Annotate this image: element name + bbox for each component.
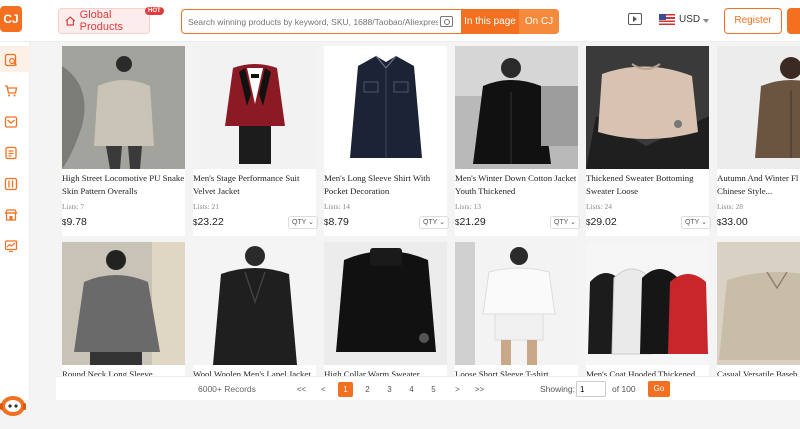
product-card[interactable]: High Collar Warm Sweater bbox=[324, 242, 447, 392]
page-1-button[interactable]: 1 bbox=[338, 382, 353, 397]
product-lists-count: Lists: 24 bbox=[586, 202, 613, 211]
records-count: 6000+ Records bbox=[198, 384, 256, 394]
product-grid: High Street Locomotive PU Snake Skin Pat… bbox=[62, 46, 800, 392]
product-lists-count: Lists: 13 bbox=[455, 202, 482, 211]
product-image[interactable] bbox=[455, 242, 578, 365]
hot-badge: HOT bbox=[145, 7, 164, 15]
last-page-button[interactable]: >> bbox=[472, 382, 487, 397]
analytics-icon[interactable] bbox=[4, 239, 18, 253]
product-card[interactable]: High Street Locomotive PU Snake Skin Pat… bbox=[62, 46, 185, 236]
product-card[interactable]: Men's Coat Hooded Thickened bbox=[586, 242, 709, 392]
orders-icon[interactable] bbox=[4, 146, 18, 160]
product-price: $21.29 bbox=[455, 216, 486, 228]
product-price: $9.78 bbox=[62, 216, 87, 228]
qty-dropdown[interactable]: QTY ⌄ bbox=[419, 216, 449, 229]
product-title[interactable]: Men's Winter Down Cotton Jacket Youth Th… bbox=[455, 172, 578, 199]
bookmark-icon[interactable] bbox=[4, 177, 18, 191]
search-input[interactable] bbox=[188, 14, 438, 30]
product-image[interactable] bbox=[717, 46, 800, 169]
cj-logo[interactable]: CJ bbox=[0, 6, 22, 32]
search-on-cj-button[interactable]: On CJ bbox=[519, 9, 559, 34]
chevron-down-icon[interactable] bbox=[703, 19, 709, 23]
product-card[interactable]: Round Neck Long Sleeve bbox=[62, 242, 185, 392]
camera-icon[interactable] bbox=[440, 16, 453, 27]
product-title[interactable]: Thickened Sweater Bottoming Sweater Loos… bbox=[586, 172, 709, 199]
product-lists-count: Lists: 7 bbox=[62, 202, 85, 211]
inbox-icon[interactable] bbox=[4, 115, 18, 129]
product-lists-count: Lists: 28 bbox=[717, 202, 744, 211]
qty-dropdown[interactable]: QTY ⌄ bbox=[681, 216, 711, 229]
product-title[interactable]: High Street Locomotive PU Snake Skin Pat… bbox=[62, 172, 185, 199]
product-price: $33.00 bbox=[717, 216, 748, 228]
cart-icon[interactable] bbox=[4, 84, 18, 98]
page-4-button[interactable]: 4 bbox=[404, 382, 419, 397]
showing-label: Showing: bbox=[540, 384, 575, 394]
product-image[interactable] bbox=[62, 242, 185, 365]
qty-dropdown[interactable]: QTY ⌄ bbox=[288, 216, 318, 229]
product-card[interactable]: Autumn And Winter Fl Vintage Chinese Sty… bbox=[717, 46, 800, 236]
product-image[interactable] bbox=[193, 46, 316, 169]
page-2-button[interactable]: 2 bbox=[360, 382, 375, 397]
total-pages-label: of 100 bbox=[612, 384, 636, 394]
page-3-button[interactable]: 3 bbox=[382, 382, 397, 397]
product-card[interactable]: Wool Woolen Men's Lapel Jacket bbox=[193, 242, 316, 392]
global-products-button[interactable]: Global Products bbox=[58, 8, 150, 34]
product-image[interactable] bbox=[193, 242, 316, 365]
search-in-this-page-button[interactable]: In this page bbox=[461, 9, 519, 34]
product-title[interactable]: Men's Stage Performance Suit Velvet Jack… bbox=[193, 172, 316, 199]
product-image[interactable] bbox=[324, 46, 447, 169]
global-products-label: Global Products bbox=[79, 9, 124, 33]
first-page-button[interactable]: << bbox=[294, 382, 309, 397]
product-card[interactable]: Men's Stage Performance Suit Velvet Jack… bbox=[193, 46, 318, 236]
currency-selector[interactable]: USD bbox=[679, 14, 700, 25]
top-bar: CJ Global Products HOT In this page On C… bbox=[0, 0, 800, 42]
sidebar bbox=[0, 42, 30, 416]
search-bar: In this page On CJ bbox=[181, 9, 559, 34]
product-image[interactable] bbox=[586, 242, 709, 365]
product-image[interactable] bbox=[62, 46, 185, 169]
video-icon[interactable] bbox=[628, 13, 642, 25]
us-flag-icon[interactable] bbox=[659, 14, 675, 25]
qty-dropdown[interactable]: QTY ⌄ bbox=[550, 216, 580, 229]
product-image[interactable] bbox=[324, 242, 447, 365]
product-card[interactable]: Men's Winter Down Cotton Jacket Youth Th… bbox=[455, 46, 580, 236]
prev-page-button[interactable]: < bbox=[316, 382, 331, 397]
product-price: $8.79 bbox=[324, 216, 349, 228]
sign-in-button[interactable] bbox=[787, 8, 800, 34]
product-price: $29.02 bbox=[586, 216, 617, 228]
product-lists-count: Lists: 14 bbox=[324, 202, 351, 211]
product-image[interactable] bbox=[717, 242, 800, 365]
page-5-button[interactable]: 5 bbox=[426, 382, 441, 397]
product-card[interactable]: Men's Long Sleeve Shirt With Pocket Deco… bbox=[324, 46, 449, 236]
product-card[interactable]: Casual Versatile Baseb bbox=[717, 242, 800, 392]
product-title[interactable]: Autumn And Winter Fl Vintage Chinese Sty… bbox=[717, 172, 800, 199]
product-title[interactable]: Men's Long Sleeve Shirt With Pocket Deco… bbox=[324, 172, 447, 199]
go-button[interactable]: Go bbox=[648, 381, 670, 397]
next-page-button[interactable]: > bbox=[450, 382, 465, 397]
product-lists-count: Lists: 21 bbox=[193, 202, 220, 211]
product-image[interactable] bbox=[586, 46, 709, 169]
page-number-input[interactable] bbox=[576, 381, 606, 397]
product-image[interactable] bbox=[455, 46, 578, 169]
pagination-bar: 6000+ Records << < 1 2 3 4 5 > >> Showin… bbox=[56, 376, 800, 400]
search-product-icon[interactable] bbox=[4, 53, 18, 67]
product-card[interactable]: Loose Short Sleeve T-shirt bbox=[455, 242, 578, 392]
store-icon[interactable] bbox=[4, 208, 18, 222]
register-button[interactable]: Register bbox=[724, 8, 782, 34]
product-price: $23.22 bbox=[193, 216, 224, 228]
product-card[interactable]: Thickened Sweater Bottoming Sweater Loos… bbox=[586, 46, 711, 236]
home-icon bbox=[65, 16, 76, 26]
support-bot-icon[interactable] bbox=[0, 392, 28, 424]
